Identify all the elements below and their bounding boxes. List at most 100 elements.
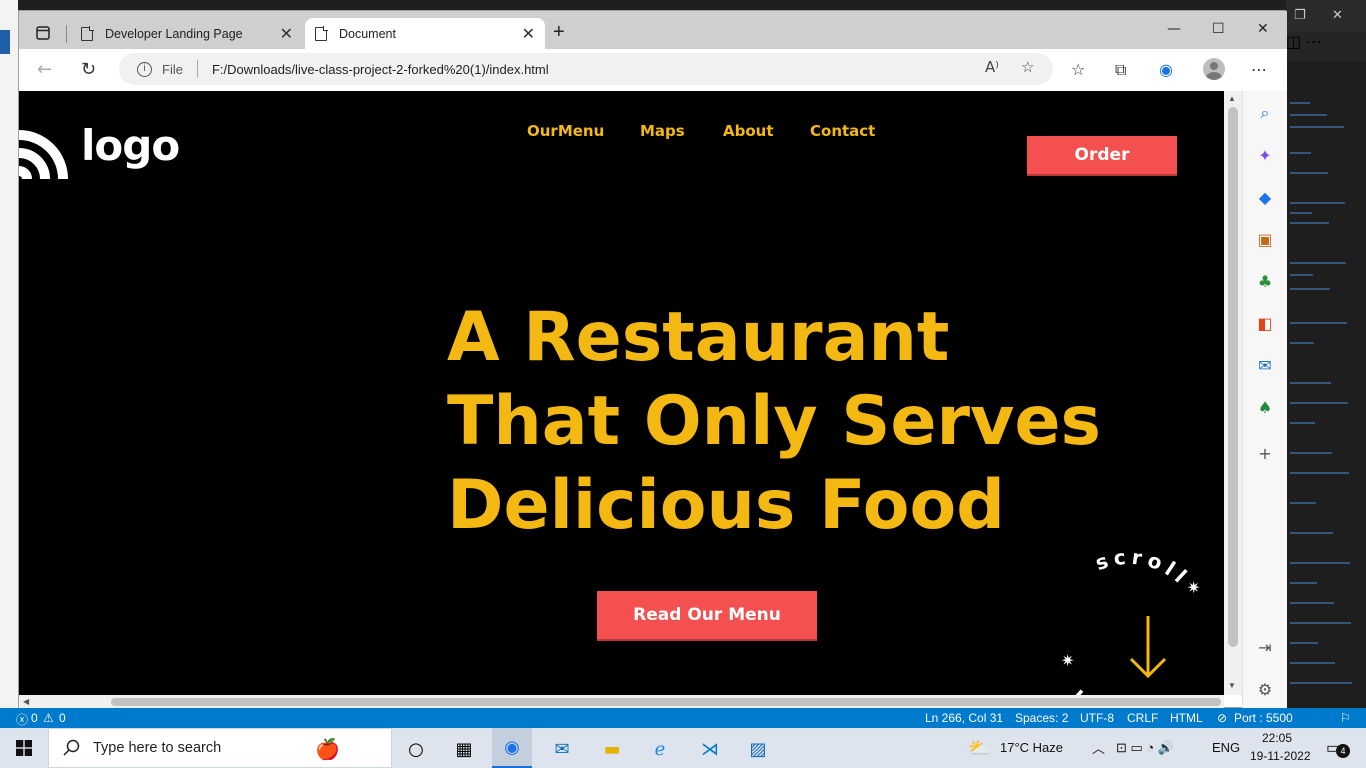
close-window-icon[interactable]: ✕ xyxy=(1257,21,1269,37)
code-line xyxy=(1290,402,1348,404)
problems-count[interactable]: 0 xyxy=(31,711,38,725)
code-line xyxy=(1290,322,1347,324)
close-tab-icon[interactable]: ✕ xyxy=(522,24,535,44)
navigation-bar: ← ↻ i File F:/Downloads/live-class-proje… xyxy=(19,49,1287,91)
cursor-position[interactable]: Ln 266, Col 31 xyxy=(925,711,1003,725)
internet-explorer-icon[interactable]: ℯ xyxy=(640,734,680,764)
edge-taskbar-icon[interactable]: ◉ xyxy=(492,728,532,768)
weather-icon[interactable]: ⛅ xyxy=(968,738,990,759)
tree-icon[interactable]: ♠ xyxy=(1255,397,1275,417)
code-line xyxy=(1290,682,1352,684)
collections-icon[interactable]: ⧉ xyxy=(1115,60,1126,80)
maximize-icon[interactable]: ☐ xyxy=(1212,21,1225,37)
refresh-icon[interactable]: ↻ xyxy=(81,59,96,80)
close-icon[interactable]: ✕ xyxy=(1332,8,1343,23)
edge-extension-icon[interactable]: ◉ xyxy=(1159,60,1173,79)
code-line xyxy=(1290,532,1333,534)
live-server-port[interactable]: Port : 5500 xyxy=(1234,711,1293,725)
input-language[interactable]: ENG xyxy=(1212,740,1240,755)
horizontal-scrollbar[interactable]: ◀ xyxy=(19,695,1224,709)
split-editor-icon[interactable]: ◫ xyxy=(1286,34,1301,51)
taskbar-search[interactable]: Type here to search 🍎 xyxy=(48,728,392,768)
notifications-icon[interactable]: ⚐ xyxy=(1340,711,1351,725)
start-button[interactable] xyxy=(0,728,48,768)
restore-icon[interactable]: ❐ xyxy=(1294,8,1306,23)
error-icon[interactable]: ⓧ xyxy=(16,711,28,728)
scroll-text-top: scroll xyxy=(1092,546,1190,591)
scrollbar-thumb[interactable] xyxy=(1228,107,1238,647)
favorites-icon[interactable]: ☆ xyxy=(1071,60,1085,79)
photos-icon[interactable]: ▨ xyxy=(738,734,778,764)
add-favorite-icon[interactable]: ☆ xyxy=(1021,58,1034,76)
sidebar-toggle-icon[interactable]: ⇥ xyxy=(1255,637,1275,657)
warnings-count[interactable]: 0 xyxy=(59,711,66,725)
code-line xyxy=(1290,452,1332,454)
tools-icon[interactable]: ▣ xyxy=(1255,229,1275,249)
tab-title: Document xyxy=(339,26,396,41)
nav-link-maps[interactable]: Maps xyxy=(640,122,685,140)
language-mode[interactable]: HTML xyxy=(1170,711,1203,725)
nav-link-contact[interactable]: Contact xyxy=(810,122,875,140)
code-line xyxy=(1290,152,1311,154)
file-explorer-icon[interactable]: ▬ xyxy=(592,734,632,764)
customize-gear-icon[interactable]: ⚙ xyxy=(1255,679,1275,699)
encoding[interactable]: UTF-8 xyxy=(1080,711,1114,725)
read-aloud-icon[interactable]: A⁾ xyxy=(985,58,999,76)
nav-link-about[interactable]: About xyxy=(723,122,774,140)
vscode-icon[interactable]: ⋊ xyxy=(690,734,730,764)
code-line xyxy=(1290,102,1310,104)
code-line xyxy=(1290,262,1346,264)
line-endings[interactable]: CRLF xyxy=(1127,711,1158,725)
broadcast-icon[interactable]: ⊘ xyxy=(1217,711,1227,725)
back-icon[interactable]: ← xyxy=(37,59,52,80)
code-line xyxy=(1290,274,1313,276)
close-tab-icon[interactable]: ✕ xyxy=(280,24,293,44)
address-bar[interactable]: i File F:/Downloads/live-class-project-2… xyxy=(119,53,1053,85)
tab-title: Developer Landing Page xyxy=(105,26,243,41)
system-tray-icons[interactable]: ⊡ ▭ ◔ 🔊 xyxy=(1116,740,1174,756)
chevron-up-icon[interactable]: ︿ xyxy=(1092,738,1105,757)
url-text[interactable]: F:/Downloads/live-class-project-2-forked… xyxy=(212,62,549,77)
info-icon[interactable]: i xyxy=(137,61,152,77)
windows-logo-icon xyxy=(16,740,32,756)
more-actions-icon[interactable]: ⋯ xyxy=(1306,34,1322,51)
hero-line: A Restaurant xyxy=(447,298,950,377)
order-button[interactable]: Order xyxy=(1027,136,1177,176)
clock-time[interactable]: 22:05 xyxy=(1262,731,1292,745)
warning-icon[interactable]: ⚠ xyxy=(43,711,54,725)
settings-more-icon[interactable]: ⋯ xyxy=(1251,60,1267,79)
scroll-up-icon[interactable]: ▲ xyxy=(1228,94,1236,103)
site-logo[interactable]: logo xyxy=(19,121,189,181)
weather-text[interactable]: 17°C Haze xyxy=(1000,740,1063,755)
code-line xyxy=(1290,222,1329,224)
search-icon[interactable]: ⌕ xyxy=(1255,103,1275,123)
scroll-down-icon[interactable]: ▼ xyxy=(1228,681,1236,690)
add-icon[interactable]: + xyxy=(1255,443,1275,463)
tab-developer-landing-page[interactable]: Developer Landing Page ✕ xyxy=(71,18,303,49)
scrollbar-thumb[interactable] xyxy=(111,698,1221,706)
shopping-icon[interactable]: ◆ xyxy=(1255,187,1275,207)
task-view-icon[interactable]: ○ xyxy=(396,734,436,764)
read-menu-button[interactable]: Read Our Menu xyxy=(597,591,817,641)
address-separator xyxy=(196,60,198,78)
code-line xyxy=(1290,502,1316,504)
mail-icon[interactable]: ✉ xyxy=(542,734,582,764)
code-line xyxy=(1290,622,1351,624)
vscode-title-controls: ❐ ✕ xyxy=(1286,0,1366,32)
vertical-scrollbar[interactable]: ▲ ▼ xyxy=(1224,91,1242,695)
profile-avatar[interactable] xyxy=(1203,58,1225,80)
tab-document[interactable]: Document ✕ xyxy=(305,18,545,49)
discover-icon[interactable]: ✦ xyxy=(1255,145,1275,165)
games-icon[interactable]: ♣ xyxy=(1255,271,1275,291)
indentation[interactable]: Spaces: 2 xyxy=(1015,711,1068,725)
new-tab-icon[interactable]: + xyxy=(553,21,565,44)
office-icon[interactable]: ◧ xyxy=(1255,313,1275,333)
widgets-icon[interactable]: ▦ xyxy=(444,734,484,764)
outlook-icon[interactable]: ✉ xyxy=(1255,355,1275,375)
scroll-left-icon[interactable]: ◀ xyxy=(23,697,29,706)
tab-actions-icon[interactable] xyxy=(29,19,57,47)
nav-link-ourmenu[interactable]: OurMenu xyxy=(527,122,604,140)
minimize-icon[interactable]: — xyxy=(1167,21,1181,37)
scroll-badge[interactable]: scroll scroll ✷ ✷ xyxy=(1039,546,1219,695)
clock-date[interactable]: 19-11-2022 xyxy=(1250,749,1311,763)
